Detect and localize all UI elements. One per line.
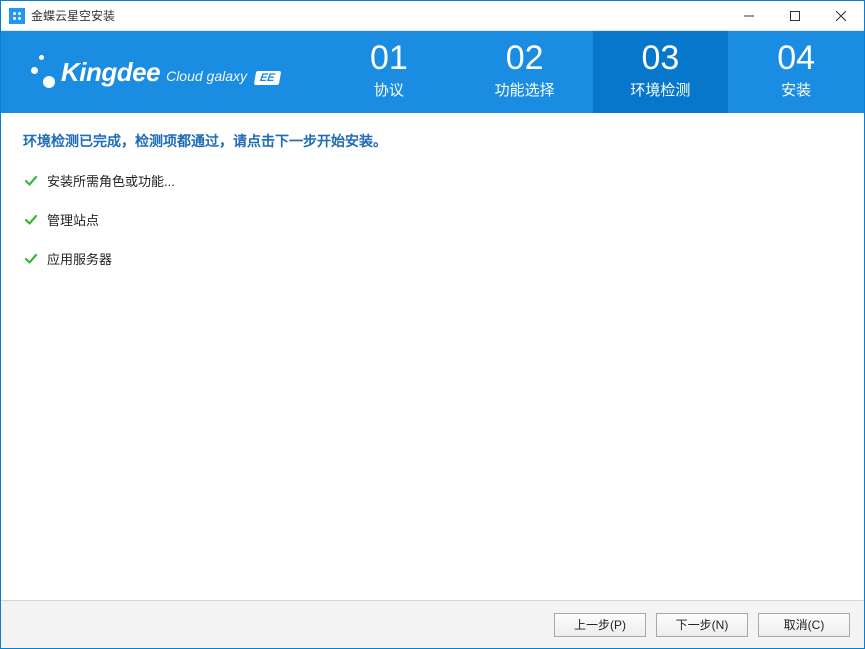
- step-number: 04: [777, 41, 815, 75]
- brand-name: Kingdee: [61, 57, 160, 88]
- brand-area: Kingdee Cloud galaxy EE: [1, 31, 321, 113]
- maximize-button[interactable]: [772, 1, 818, 31]
- header-banner: Kingdee Cloud galaxy EE 01 协议 02 功能选择 03…: [1, 31, 864, 113]
- status-message: 环境检测已完成，检测项都通过，请点击下一步开始安装。: [23, 131, 842, 151]
- step-number: 02: [506, 41, 544, 75]
- wizard-steps: 01 协议 02 功能选择 03 环境检测 04 安装: [321, 31, 864, 113]
- step-label: 环境检测: [630, 79, 690, 100]
- check-item-label: 应用服务器: [47, 249, 112, 268]
- check-item-label: 安装所需角色或功能...: [47, 171, 175, 190]
- titlebar: 金蝶云星空安装: [1, 1, 864, 31]
- brand-subtitle: Cloud galaxy: [166, 68, 247, 84]
- check-item: 管理站点: [23, 210, 842, 229]
- step-number: 01: [370, 41, 408, 75]
- step-features[interactable]: 02 功能选择: [457, 31, 593, 113]
- previous-button[interactable]: 上一步(P): [554, 613, 646, 637]
- checkmark-icon: [23, 173, 39, 189]
- step-label: 协议: [374, 79, 404, 100]
- app-icon: [9, 8, 25, 24]
- brand-badge: EE: [254, 71, 281, 85]
- step-number: 03: [641, 41, 679, 75]
- step-environment-check[interactable]: 03 环境检测: [593, 31, 729, 113]
- step-label: 安装: [781, 79, 811, 100]
- check-list: 安装所需角色或功能... 管理站点 应用服务器: [23, 171, 842, 268]
- check-item-label: 管理站点: [47, 210, 99, 229]
- minimize-icon: [744, 11, 754, 21]
- window-title: 金蝶云星空安装: [31, 7, 115, 24]
- step-install[interactable]: 04 安装: [728, 31, 864, 113]
- cancel-button[interactable]: 取消(C): [758, 613, 850, 637]
- step-agreement[interactable]: 01 协议: [321, 31, 457, 113]
- close-icon: [836, 11, 846, 21]
- close-button[interactable]: [818, 1, 864, 31]
- checkmark-icon: [23, 251, 39, 267]
- minimize-button[interactable]: [726, 1, 772, 31]
- step-label: 功能选择: [495, 79, 555, 100]
- check-item: 安装所需角色或功能...: [23, 171, 842, 190]
- check-item: 应用服务器: [23, 249, 842, 268]
- next-button[interactable]: 下一步(N): [656, 613, 748, 637]
- footer: 上一步(P) 下一步(N) 取消(C): [1, 600, 864, 648]
- brand-logo-icon: [23, 52, 55, 92]
- maximize-icon: [790, 11, 800, 21]
- checkmark-icon: [23, 212, 39, 228]
- brand-text: Kingdee Cloud galaxy EE: [61, 57, 280, 88]
- main-content: 环境检测已完成，检测项都通过，请点击下一步开始安装。 安装所需角色或功能... …: [1, 113, 864, 600]
